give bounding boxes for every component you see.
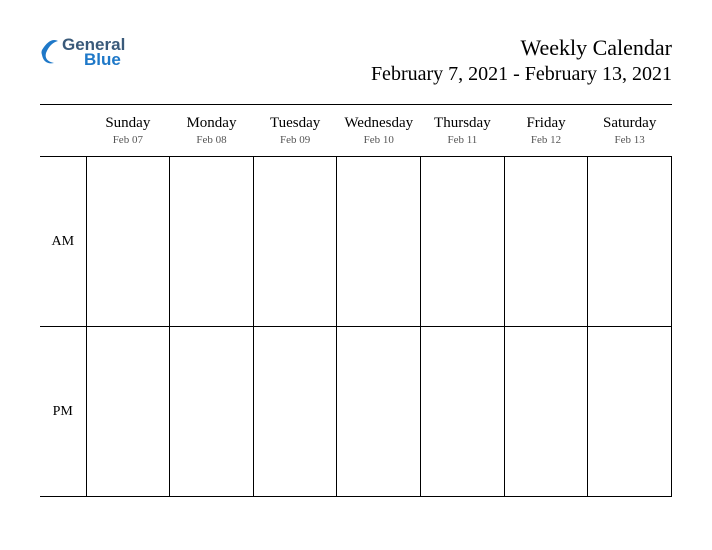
logo: General Blue xyxy=(40,35,125,68)
day-header: Friday Feb 12 xyxy=(504,111,588,157)
day-name: Saturday xyxy=(588,115,672,132)
day-date: Feb 09 xyxy=(253,134,337,146)
day-date: Feb 10 xyxy=(337,134,421,146)
day-name: Friday xyxy=(504,115,588,132)
day-date: Feb 12 xyxy=(504,134,588,146)
day-header: Tuesday Feb 09 xyxy=(253,111,337,157)
calendar-cell[interactable] xyxy=(170,327,254,497)
calendar-cell[interactable] xyxy=(504,327,588,497)
calendar-cell[interactable] xyxy=(253,157,337,327)
calendar-cell[interactable] xyxy=(588,327,672,497)
logo-swoosh-icon xyxy=(40,35,60,68)
calendar-cell[interactable] xyxy=(421,157,505,327)
day-date: Feb 13 xyxy=(588,134,672,146)
day-header: Sunday Feb 07 xyxy=(86,111,170,157)
day-header: Saturday Feb 13 xyxy=(588,111,672,157)
calendar-cell[interactable] xyxy=(504,157,588,327)
day-date: Feb 07 xyxy=(86,134,170,146)
title-block: Weekly Calendar February 7, 2021 - Febru… xyxy=(371,35,672,86)
calendar-cell[interactable] xyxy=(86,327,170,497)
day-date: Feb 08 xyxy=(170,134,254,146)
row-label-pm: PM xyxy=(40,327,86,497)
corner-cell xyxy=(40,111,86,157)
calendar-cell[interactable] xyxy=(421,327,505,497)
date-range: February 7, 2021 - February 13, 2021 xyxy=(371,63,672,86)
calendar-cell[interactable] xyxy=(170,157,254,327)
day-name: Wednesday xyxy=(337,115,421,132)
day-name: Monday xyxy=(170,115,254,132)
day-header: Wednesday Feb 10 xyxy=(337,111,421,157)
calendar-cell[interactable] xyxy=(86,157,170,327)
calendar-cell[interactable] xyxy=(588,157,672,327)
calendar-table: Sunday Feb 07 Monday Feb 08 Tuesday Feb … xyxy=(40,111,672,497)
calendar-cell[interactable] xyxy=(253,327,337,497)
header-rule xyxy=(40,104,672,105)
day-name: Thursday xyxy=(421,115,505,132)
calendar-cell[interactable] xyxy=(337,327,421,497)
day-name: Sunday xyxy=(86,115,170,132)
row-label-am: AM xyxy=(40,157,86,327)
page-title: Weekly Calendar xyxy=(371,35,672,61)
header-row: Sunday Feb 07 Monday Feb 08 Tuesday Feb … xyxy=(40,111,672,157)
day-name: Tuesday xyxy=(253,115,337,132)
logo-text-blue: Blue xyxy=(84,51,125,68)
header: General Blue Weekly Calendar February 7,… xyxy=(40,35,672,86)
calendar-cell[interactable] xyxy=(337,157,421,327)
pm-row: PM xyxy=(40,327,672,497)
day-header: Thursday Feb 11 xyxy=(421,111,505,157)
day-date: Feb 11 xyxy=(421,134,505,146)
am-row: AM xyxy=(40,157,672,327)
day-header: Monday Feb 08 xyxy=(170,111,254,157)
